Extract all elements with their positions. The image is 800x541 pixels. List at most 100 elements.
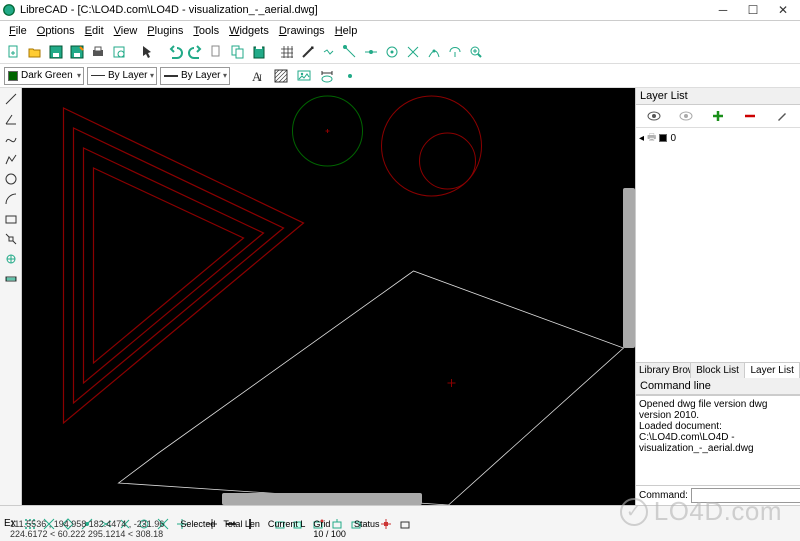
lineweight-label: By Layer [181, 70, 220, 81]
command-input[interactable] [691, 488, 800, 503]
main-toolbar [0, 40, 800, 64]
measure-tool[interactable] [2, 270, 20, 288]
menu-tools[interactable]: Tools [188, 23, 224, 39]
dim-tool-button[interactable] [317, 66, 337, 86]
menu-options[interactable]: Options [32, 23, 80, 39]
lineweight-combo[interactable]: By Layer [160, 67, 230, 85]
close-button[interactable]: ✕ [768, 1, 798, 19]
set-relzero-button[interactable] [396, 515, 414, 533]
menu-drawings[interactable]: Drawings [274, 23, 330, 39]
drawing-canvas[interactable] [22, 88, 635, 505]
titlebar: LibreCAD - [C:\LO4D.com\LO4D - visualiza… [0, 0, 800, 21]
new-button[interactable] [4, 42, 24, 62]
undo-button[interactable] [165, 42, 185, 62]
linetype-combo[interactable]: By Layer [87, 67, 157, 85]
point-tool-button[interactable] [340, 66, 360, 86]
canvas-h-scrollbar[interactable] [222, 493, 422, 505]
layer-toolbar [636, 105, 800, 128]
tab-block-list[interactable]: Block List [691, 363, 746, 378]
coord-readout: 111.5536 , 194.958 182.4474 , -231.96 22… [10, 519, 164, 539]
zoom-in-button[interactable] [466, 42, 486, 62]
layer-remove-button[interactable] [741, 108, 759, 124]
snap-mid-button[interactable] [361, 42, 381, 62]
snap-center-button[interactable] [382, 42, 402, 62]
minimize-button[interactable]: ─ [708, 1, 738, 19]
menu-file[interactable]: File [4, 23, 32, 39]
menu-view[interactable]: View [109, 23, 143, 39]
hatch-tool-button[interactable] [271, 66, 291, 86]
layer-add-button[interactable] [709, 108, 727, 124]
properties-toolbar: Dark Green By Layer By Layer AI [0, 64, 800, 88]
ellipse-tool[interactable] [2, 230, 20, 248]
col-status: Status [354, 519, 380, 529]
cut-button[interactable] [207, 42, 227, 62]
circle-tool[interactable] [2, 170, 20, 188]
menu-plugins[interactable]: Plugins [142, 23, 188, 39]
col-grid: Grid [313, 519, 346, 529]
coords-abs: 111.5536 , 194.958 182.4474 , -231.96 [10, 519, 164, 529]
menu-help[interactable]: Help [330, 23, 363, 39]
print-button[interactable] [88, 42, 108, 62]
layer-list[interactable]: ◂ 🖶 0 [636, 128, 800, 362]
snap-end-button[interactable] [340, 42, 360, 62]
app-name: LibreCAD [20, 4, 68, 16]
copy-button[interactable] [228, 42, 248, 62]
col-selected: Selected [180, 519, 215, 529]
open-button[interactable] [25, 42, 45, 62]
doc-path: [C:\LO4D.com\LO4D - visualization_-_aeri… [77, 4, 317, 16]
log-line: Loaded document: C:\LO4D.com\LO4D - visu… [639, 421, 797, 454]
tab-library-browser[interactable]: Library Browser [636, 363, 691, 378]
arc-tool[interactable] [2, 190, 20, 208]
paste-button[interactable] [249, 42, 269, 62]
zoom-out-button[interactable] [445, 42, 465, 62]
image-tool-button[interactable] [294, 66, 314, 86]
color-label: Dark Green [21, 70, 73, 81]
command-log: Opened dwg file version dwg version 2010… [636, 395, 800, 485]
save-button[interactable] [46, 42, 66, 62]
layer-name: 0 [670, 133, 676, 144]
lock-icon[interactable]: 🖶 [647, 130, 656, 147]
print-preview-button[interactable] [109, 42, 129, 62]
snap-intersect-button[interactable] [403, 42, 423, 62]
spline-tool[interactable] [2, 130, 20, 148]
title-sep: - [68, 4, 78, 16]
grid-value: 10 / 100 [313, 529, 346, 539]
app-icon [2, 3, 16, 17]
move-tool[interactable] [2, 250, 20, 268]
layer-hide-all-button[interactable] [677, 108, 695, 124]
text-tool-button[interactable]: AI [248, 66, 268, 86]
coords-rel: 224.6172 < 60.222 295.1214 < 308.18 [10, 529, 164, 539]
saveas-button[interactable] [67, 42, 87, 62]
layer-color-swatch [659, 134, 667, 142]
layer-list-title: Layer List [636, 88, 800, 105]
layer-row[interactable]: ◂ 🖶 0 [639, 131, 797, 145]
menubar: File Options Edit View Plugins Tools Wid… [0, 21, 800, 40]
status-columns: Selected Total Len Current L Grid10 / 10… [180, 519, 379, 539]
col-current-l: Current L [268, 519, 306, 529]
window-title: LibreCAD - [C:\LO4D.com\LO4D - visualiza… [20, 4, 708, 16]
redo-button[interactable] [186, 42, 206, 62]
angle-tool[interactable] [2, 110, 20, 128]
color-swatch [8, 71, 18, 81]
layer-edit-button[interactable] [773, 108, 791, 124]
pointer-button[interactable] [137, 42, 157, 62]
command-input-row: Command: [636, 485, 800, 505]
snap-dist-button[interactable] [424, 42, 444, 62]
eye-icon[interactable]: ◂ [639, 133, 644, 144]
line-tool[interactable] [2, 90, 20, 108]
rect-tool[interactable] [2, 210, 20, 228]
col-total-len: Total Len [223, 519, 260, 529]
color-combo[interactable]: Dark Green [4, 67, 84, 85]
polyline-tool[interactable] [2, 150, 20, 168]
log-line: Opened dwg file version dwg version 2010… [639, 399, 797, 421]
draft-button[interactable] [298, 42, 318, 62]
canvas-v-scrollbar[interactable] [623, 188, 635, 348]
menu-widgets[interactable]: Widgets [224, 23, 274, 39]
panel-tabs: Library Browser Block List Layer List [636, 362, 800, 378]
snap-free-button[interactable] [319, 42, 339, 62]
layer-show-all-button[interactable] [645, 108, 663, 124]
menu-edit[interactable]: Edit [80, 23, 109, 39]
tab-layer-list[interactable]: Layer List [745, 363, 800, 378]
maximize-button[interactable]: ☐ [738, 1, 768, 19]
grid-button[interactable] [277, 42, 297, 62]
